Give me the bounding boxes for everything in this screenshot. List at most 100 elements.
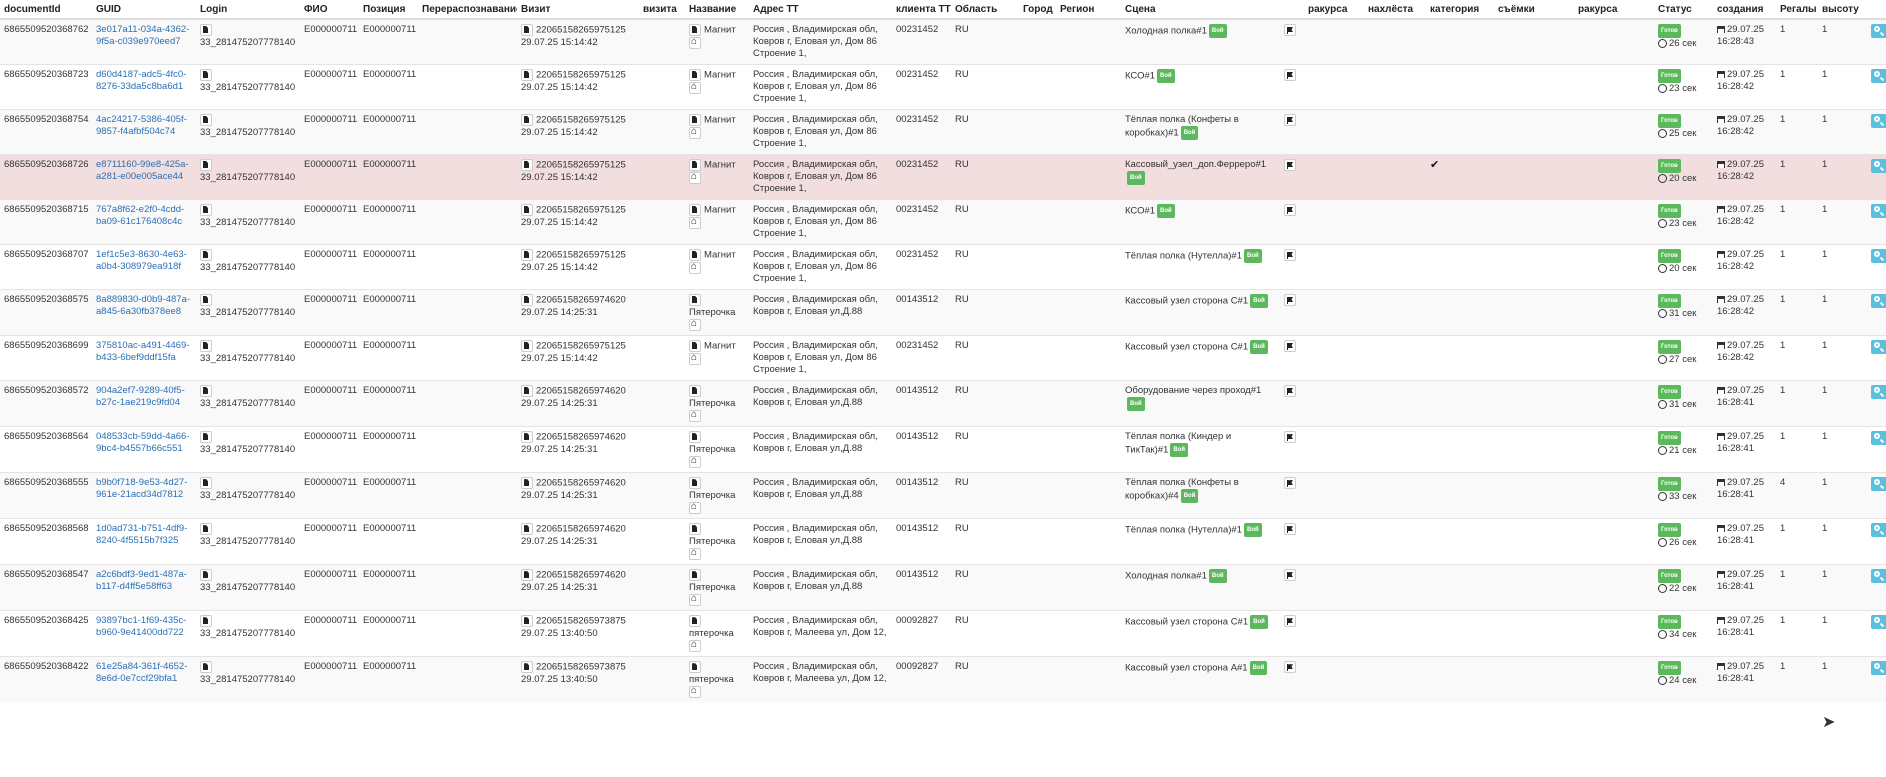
guid-cell[interactable]: 1ef1c5e3-8630-4e63- a0b4-308979ea918f [92,244,196,290]
document-icon[interactable] [521,204,533,216]
column-header[interactable]: GUID [92,0,196,20]
flag-icon[interactable] [1284,615,1296,628]
document-icon[interactable] [200,249,212,261]
guid-link[interactable]: 3e017a11-034a-4362- 9f5a-c039e970eed7 [96,24,189,47]
search-icon[interactable] [1871,69,1886,83]
flag-icon[interactable] [1284,569,1296,582]
home-icon[interactable] [689,685,701,698]
document-icon[interactable] [689,340,701,353]
home-icon[interactable] [689,261,701,274]
flag-icon[interactable] [1284,294,1296,306]
flag-icon[interactable] [1284,69,1296,81]
column-header[interactable]: Название [685,0,749,20]
document-icon[interactable] [521,569,533,582]
home-icon[interactable] [689,593,701,606]
column-header[interactable]: ФИО [300,0,359,20]
flag-icon[interactable] [1284,385,1296,398]
document-icon[interactable] [521,294,533,306]
guid-link[interactable]: 8a889830-d0b9-487a-a845-6a30fb378ee8 [96,294,190,317]
column-header[interactable]: Сцена [1121,0,1280,20]
action-cell[interactable] [1867,244,1886,290]
document-icon[interactable] [200,159,212,171]
document-icon[interactable] [521,477,533,490]
guid-cell[interactable]: b9b0f718-9e53-4d27- 961e-21acd34d7812 [92,472,196,519]
document-icon[interactable] [200,569,212,582]
flag-icon[interactable] [1284,340,1296,353]
guid-cell[interactable]: 767a8f62-e2f0-4cdd-ba09-61c176408c4c [92,199,196,245]
action-cell[interactable] [1867,656,1886,703]
flag-icon[interactable] [1284,431,1296,444]
column-header[interactable]: визита [639,0,685,20]
document-icon[interactable] [689,114,701,126]
search-icon[interactable] [1871,523,1886,538]
guid-link[interactable]: 048533cb-59dd-4a66- 9bc4-b4557b66c551 [96,431,190,454]
document-icon[interactable] [689,249,701,261]
home-icon[interactable] [689,171,701,184]
guid-cell[interactable]: 904a2ef7-9289-40f5- b27c-1ae219c9fd04 [92,380,196,427]
column-header[interactable]: Login [196,0,300,20]
guid-cell[interactable]: 375810ac-a491-4469- b433-6bef9ddf15fa [92,335,196,381]
home-icon[interactable] [689,501,701,514]
action-cell[interactable] [1867,18,1886,65]
column-header[interactable] [1867,0,1886,20]
guid-link[interactable]: b9b0f718-9e53-4d27- 961e-21acd34d7812 [96,477,187,500]
document-icon[interactable] [689,523,701,536]
guid-link[interactable]: 767a8f62-e2f0-4cdd-ba09-61c176408c4c [96,204,184,227]
search-icon[interactable] [1871,569,1886,584]
flag-cell[interactable] [1280,109,1304,155]
action-cell[interactable] [1867,335,1886,381]
flag-cell[interactable] [1280,564,1304,611]
document-icon[interactable] [200,69,212,81]
table-row[interactable]: 6865509520368723 d60d4187-adc5-4fc0- 8276… [0,64,1886,110]
flag-icon[interactable] [1284,477,1296,490]
guid-link[interactable]: 61e25a84-361f-4652- 8e6d-0e7ccf29bfa1 [96,661,187,684]
table-row[interactable]: 6865509520368422 61e25a84-361f-4652- 8e6d… [0,656,1886,703]
document-icon[interactable] [521,385,533,398]
document-icon[interactable] [200,204,212,216]
document-icon[interactable] [200,523,212,536]
table-row[interactable]: 6865509520368564 048533cb-59dd-4a66- 9bc4… [0,426,1886,473]
search-icon[interactable] [1871,661,1886,676]
column-header[interactable]: Статус [1654,0,1713,20]
column-header[interactable]: создания [1713,0,1776,20]
flag-icon[interactable] [1284,204,1296,216]
action-cell[interactable] [1867,564,1886,611]
search-icon[interactable] [1871,114,1886,128]
document-icon[interactable] [521,249,533,261]
home-icon[interactable] [689,36,701,49]
column-header[interactable]: ракурса [1304,0,1364,20]
guid-cell[interactable]: 3e017a11-034a-4362- 9f5a-c039e970eed7 [92,18,196,65]
column-header[interactable] [1280,0,1304,20]
search-icon[interactable] [1871,385,1886,400]
table-row[interactable]: 6865509520368707 1ef1c5e3-8630-4e63- a0b4… [0,244,1886,290]
flag-cell[interactable] [1280,288,1304,336]
guid-link[interactable]: d60d4187-adc5-4fc0- 8276-33da5c8ba6d1 [96,69,186,92]
guid-link[interactable]: 93897bc1-1f69-435c-b960-9e41400dd722 [96,615,186,638]
column-header[interactable]: Город [1019,0,1056,20]
document-icon[interactable] [200,615,212,628]
table-row[interactable]: 6865509520368575 8a889830-d0b9-487a-a845… [0,288,1886,336]
guid-link[interactable]: 375810ac-a491-4469- b433-6bef9ddf15fa [96,340,190,363]
home-icon[interactable] [689,352,701,365]
action-cell[interactable] [1867,64,1886,110]
document-icon[interactable] [521,661,533,674]
flag-icon[interactable] [1284,523,1296,536]
action-cell[interactable] [1867,154,1886,200]
column-header[interactable]: Позиция [359,0,418,20]
document-icon[interactable] [200,294,212,306]
table-row[interactable]: 6865509520368568 1d0ad731-b751-4df9- 8240… [0,518,1886,565]
home-icon[interactable] [689,126,701,139]
column-header[interactable]: нахлёста [1364,0,1426,20]
document-icon[interactable] [521,114,533,126]
column-header[interactable]: клиента ТТ [892,0,951,20]
flag-cell[interactable] [1280,472,1304,519]
table-row[interactable]: 6865509520368762 3e017a11-034a-4362- 9f5a… [0,18,1886,65]
table-row[interactable]: 6865509520368715 767a8f62-e2f0-4cdd-ba09… [0,199,1886,245]
document-icon[interactable] [521,340,533,353]
document-icon[interactable] [521,24,533,36]
search-icon[interactable] [1871,24,1886,38]
document-icon[interactable] [689,661,701,674]
document-icon[interactable] [200,340,212,353]
column-header[interactable]: Область [951,0,1019,20]
flag-icon[interactable] [1284,24,1296,36]
